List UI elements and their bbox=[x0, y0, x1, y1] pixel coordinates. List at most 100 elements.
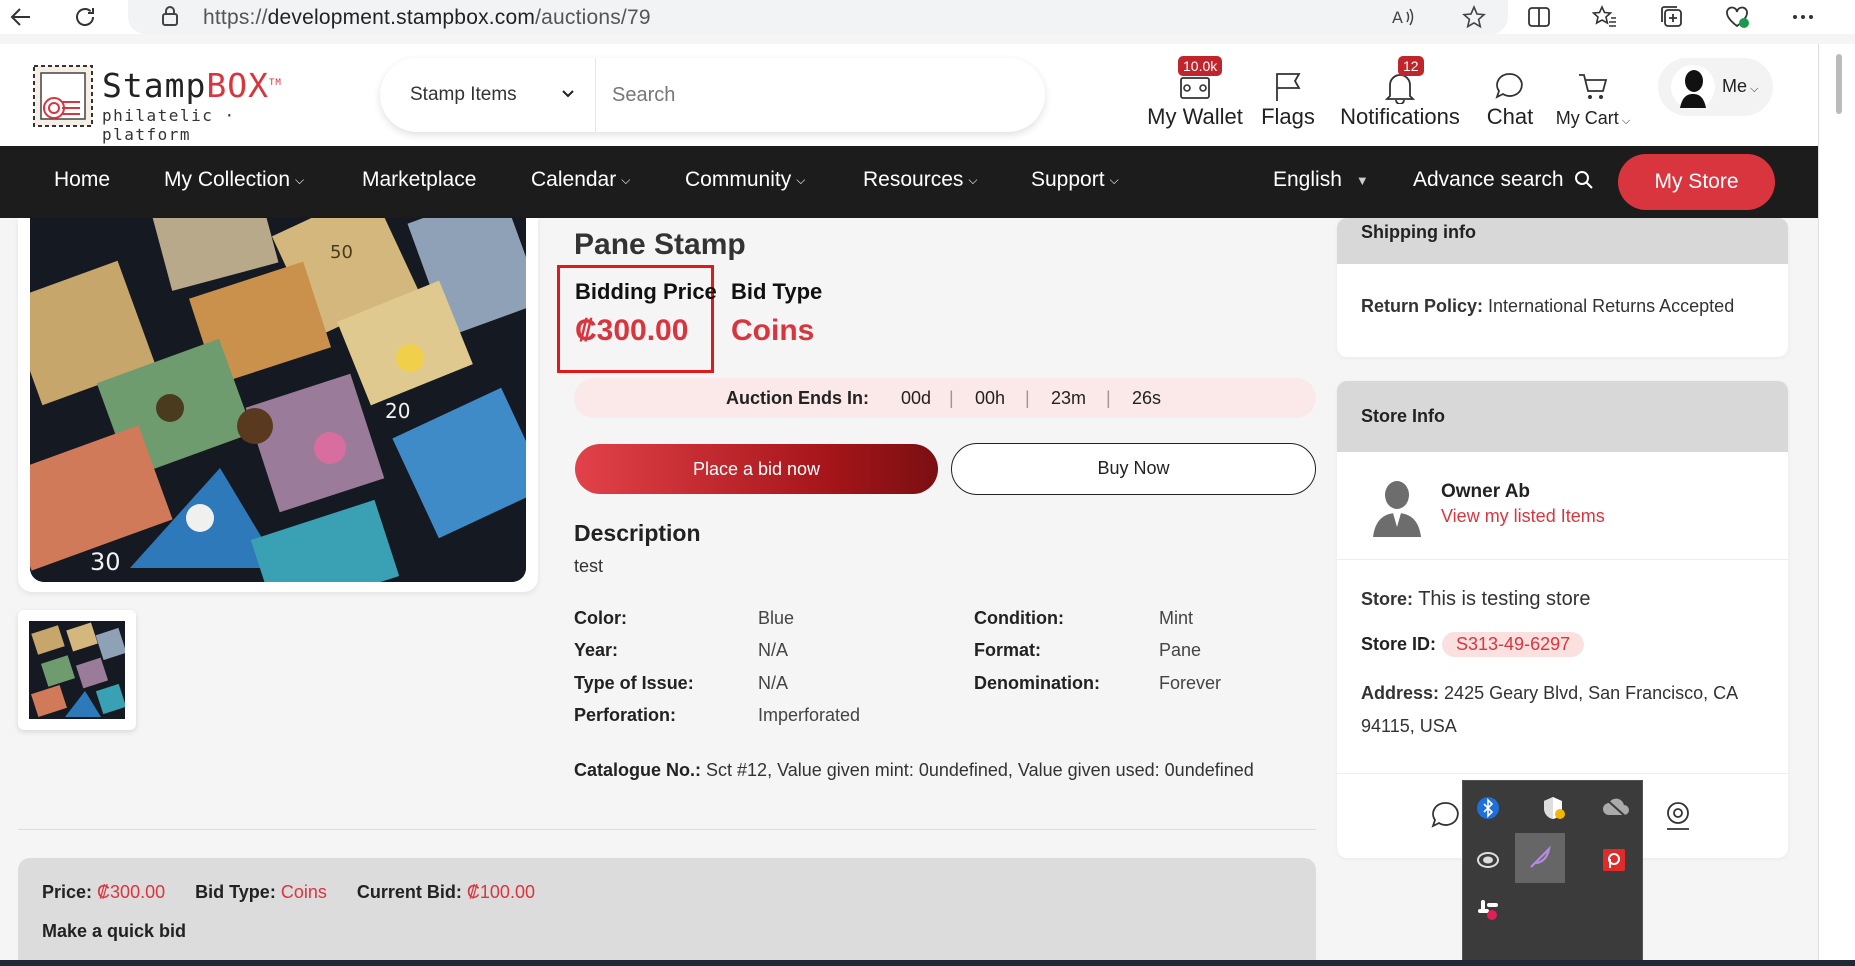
pdf-app-icon[interactable] bbox=[1601, 847, 1627, 873]
browser-essentials-icon[interactable] bbox=[1724, 4, 1750, 30]
chat-link[interactable]: Chat bbox=[1482, 56, 1538, 136]
url-host: development.stampbox.com bbox=[267, 6, 536, 29]
countdown-hours: 00h bbox=[975, 388, 1006, 408]
back-arrow-icon[interactable] bbox=[8, 4, 34, 30]
nav-community-label: Community bbox=[685, 168, 792, 191]
read-aloud-icon[interactable]: A bbox=[1390, 4, 1416, 30]
caret-down-icon: ▼ bbox=[1355, 172, 1369, 188]
brand-trademark: TM bbox=[268, 78, 282, 88]
store-name-label: Store: bbox=[1361, 589, 1414, 609]
bottom-bid-type-value: Coins bbox=[280, 882, 327, 902]
svg-text:20: 20 bbox=[385, 399, 410, 423]
address-label: Address: bbox=[1361, 683, 1440, 703]
my-store-button[interactable]: My Store bbox=[1618, 154, 1775, 210]
address-line1: 2425 Geary Blvd, San Francisco, CA bbox=[1444, 683, 1739, 703]
store-info-heading: Store Info bbox=[1337, 381, 1788, 452]
favorites-list-icon[interactable] bbox=[1592, 4, 1618, 30]
favorite-star-icon[interactable] bbox=[1461, 4, 1487, 30]
buy-now-button[interactable]: Buy Now bbox=[951, 443, 1316, 495]
quick-bid-panel: Price: ₡300.00 Bid Type: Coins Current B… bbox=[18, 858, 1316, 966]
advance-search-link[interactable]: Advance search bbox=[1413, 168, 1594, 192]
spec-label-year: Year: bbox=[574, 640, 619, 660]
sidebar-edge bbox=[1818, 44, 1855, 960]
nav-support-label: Support bbox=[1031, 168, 1105, 191]
app-tray-icon[interactable] bbox=[1475, 847, 1501, 873]
divider bbox=[1337, 773, 1788, 774]
store-name: Store: This is testing store bbox=[1361, 588, 1591, 611]
nav-calendar[interactable]: Calendar ⌵ bbox=[531, 168, 630, 192]
spec-label-condition: Condition: bbox=[974, 608, 1064, 628]
quick-bid-summary: Price: ₡300.00 Bid Type: Coins Current B… bbox=[42, 882, 535, 903]
nav-resources[interactable]: Resources ⌵ bbox=[863, 168, 978, 192]
address-bar[interactable]: https://development.stampbox.com/auction… bbox=[128, 0, 1508, 34]
description-heading: Description bbox=[574, 520, 701, 546]
nav-my-collection[interactable]: My Collection ⌵ bbox=[164, 168, 304, 192]
cart-icon bbox=[1579, 74, 1608, 99]
owner-name: Owner Ab bbox=[1441, 481, 1531, 502]
svg-text:50: 50 bbox=[330, 242, 353, 263]
advance-search-label: Advance search bbox=[1413, 168, 1564, 191]
chevron-down-icon: ⌵ bbox=[621, 172, 631, 187]
security-shield-icon[interactable] bbox=[1540, 795, 1566, 821]
notifications-link[interactable]: 12 Notifications bbox=[1336, 56, 1464, 136]
brand-name: StampBOXTM bbox=[102, 66, 282, 105]
store-id-value: S313-49-6297 bbox=[1442, 632, 1585, 657]
search-icon bbox=[1574, 170, 1594, 190]
stampbox-logo[interactable]: StampBOXTM philatelic · platform bbox=[32, 64, 287, 144]
nav-home[interactable]: Home bbox=[54, 168, 110, 192]
nav-calendar-label: Calendar bbox=[531, 168, 617, 191]
spec-label-type-of-issue: Type of Issue: bbox=[574, 673, 694, 693]
nav-support[interactable]: Support ⌵ bbox=[1031, 168, 1119, 192]
cart-label: My Cart bbox=[1555, 108, 1619, 128]
product-image[interactable]: 30 50 20 bbox=[30, 218, 526, 582]
language-select[interactable]: English ▼ bbox=[1273, 168, 1369, 192]
bidding-price-label: Bidding Price bbox=[575, 279, 717, 304]
view-listed-items-link[interactable]: View my listed Items bbox=[1441, 506, 1605, 527]
user-menu[interactable]: Me ⌵ bbox=[1658, 58, 1773, 116]
nav-resources-label: Resources bbox=[863, 168, 964, 191]
return-policy-label: Return Policy: bbox=[1361, 296, 1484, 316]
wallet-balance-badge: 10.0k bbox=[1178, 56, 1223, 76]
feather-app-tile[interactable] bbox=[1515, 833, 1565, 883]
notifications-label: Notifications bbox=[1340, 104, 1460, 129]
lock-icon[interactable] bbox=[158, 3, 184, 29]
catalogue-number: Catalogue No.: Sct #12, Value given mint… bbox=[574, 760, 1254, 781]
chat-icon[interactable] bbox=[1429, 799, 1463, 833]
chat-icon bbox=[1495, 73, 1523, 99]
nav-community[interactable]: Community ⌵ bbox=[685, 168, 805, 192]
slack-icon[interactable] bbox=[1475, 897, 1501, 923]
my-cart-link[interactable]: My Cart ⌵ bbox=[1550, 56, 1636, 136]
collections-icon[interactable] bbox=[1659, 4, 1685, 30]
scrollbar[interactable] bbox=[1836, 54, 1842, 114]
more-options-icon[interactable] bbox=[1790, 4, 1816, 30]
site-header: StampBOXTM philatelic · platform Stamp I… bbox=[0, 44, 1818, 146]
product-thumbnail[interactable] bbox=[18, 610, 136, 730]
url-prefix: https:// bbox=[203, 6, 268, 29]
search-input[interactable] bbox=[612, 76, 1012, 114]
flags-link[interactable]: Flags bbox=[1258, 56, 1318, 136]
catalogue-label: Catalogue No.: bbox=[574, 760, 702, 780]
bluetooth-icon[interactable] bbox=[1475, 795, 1501, 821]
avatar bbox=[1670, 64, 1716, 110]
spec-label-perforation: Perforation: bbox=[574, 705, 677, 725]
place-bid-button[interactable]: Place a bid now bbox=[575, 444, 938, 494]
cloud-offline-icon[interactable] bbox=[1601, 795, 1631, 821]
main-nav: Home My Collection ⌵ Marketplace Calendar… bbox=[0, 146, 1818, 218]
divider bbox=[18, 829, 1316, 830]
spec-value-format: Pane bbox=[1159, 640, 1202, 660]
description-text: test bbox=[574, 556, 604, 576]
countdown-separator: | bbox=[1106, 388, 1111, 408]
search-category-select[interactable]: Stamp Items bbox=[410, 84, 517, 106]
search-divider bbox=[595, 58, 596, 132]
shipping-info-heading: Shipping info bbox=[1337, 218, 1788, 264]
nav-marketplace[interactable]: Marketplace bbox=[362, 168, 476, 192]
chevron-down-icon: ⌵ bbox=[1109, 172, 1119, 187]
spec-label-format: Format: bbox=[974, 640, 1041, 660]
reload-icon[interactable] bbox=[72, 4, 98, 30]
location-pin-icon[interactable] bbox=[1661, 799, 1695, 833]
make-quick-bid-label: Make a quick bid bbox=[42, 921, 187, 941]
chevron-down-icon[interactable] bbox=[560, 86, 576, 102]
spec-value-type-of-issue: N/A bbox=[758, 673, 789, 693]
split-screen-icon[interactable] bbox=[1526, 4, 1552, 30]
my-wallet-link[interactable]: 10.0k My Wallet bbox=[1140, 56, 1250, 136]
